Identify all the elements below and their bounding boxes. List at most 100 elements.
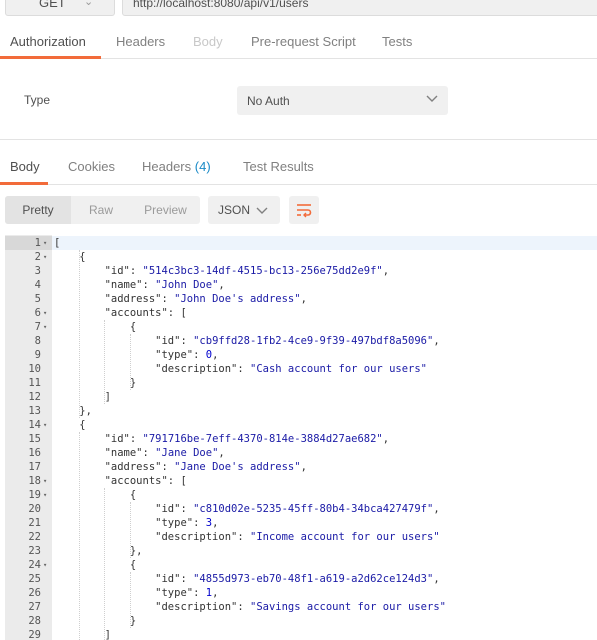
preview-button[interactable]: Preview xyxy=(131,196,200,224)
code-line: 22 "description": "Income account for ou… xyxy=(5,530,597,544)
fold-arrow-icon[interactable]: ▾ xyxy=(43,320,51,334)
indent-guide xyxy=(129,334,131,390)
indent-guide xyxy=(104,488,106,640)
line-number: 8 xyxy=(34,335,41,347)
fold-arrow-icon[interactable]: ▾ xyxy=(43,558,51,572)
indent-guide xyxy=(79,250,81,418)
response-tabs: Body Cookies Headers (4) Test Results xyxy=(0,153,597,185)
tab-response-body[interactable]: Body xyxy=(10,153,40,183)
code-text: } xyxy=(54,615,137,627)
line-number: 12 xyxy=(28,391,41,403)
code-line: 12 ] xyxy=(5,390,597,404)
code-line: 6 ▾ "accounts": [ xyxy=(5,306,597,320)
auth-type-value: No Auth xyxy=(247,94,290,108)
code-text: ] xyxy=(54,629,111,640)
code-line: 14 ▾ { xyxy=(5,418,597,432)
code-text: { xyxy=(54,489,137,501)
code-text: { xyxy=(54,321,137,333)
line-number: 10 xyxy=(28,363,41,375)
code-line: 7 ▾ { xyxy=(5,320,597,334)
code-line: 24 ▾ { xyxy=(5,558,597,572)
tab-response-headers-label: Headers xyxy=(142,159,192,174)
tab-test-results[interactable]: Test Results xyxy=(243,153,314,183)
tab-cookies[interactable]: Cookies xyxy=(68,153,115,183)
code-line: 8 "id": "cb9ffd28-1fb2-4ce9-9f39-497bdf8… xyxy=(5,334,597,348)
code-line: 19 ▾ { xyxy=(5,488,597,502)
line-number: 13 xyxy=(28,405,41,417)
code-line: 4 "name": "John Doe", xyxy=(5,278,597,292)
code-text: "description": "Income account for our u… xyxy=(155,531,440,543)
format-value: JSON xyxy=(218,203,251,217)
code-line: 25 "id": "4855d973-eb70-48f1-a619-a2d62c… xyxy=(5,572,597,586)
code-text: "id": "cb9ffd28-1fb2-4ce9-9f39-497bdf8a5… xyxy=(155,335,440,347)
type-label: Type xyxy=(24,93,51,107)
headers-count-badge: (4) xyxy=(194,159,211,174)
code-line: 21 "type": 3, xyxy=(5,516,597,530)
line-number: 21 xyxy=(28,517,41,529)
response-body-editor[interactable]: 1 ▾[2 ▾ {3 "id": "514c3bc3-14df-4515-bc13-… xyxy=(5,235,597,640)
format-select[interactable]: JSON xyxy=(208,196,280,224)
fold-arrow-icon[interactable]: ▾ xyxy=(43,236,51,250)
url-input[interactable]: http://localhost:8080/api/v1/users xyxy=(122,0,597,16)
indent-guide xyxy=(79,432,81,640)
indent-guide xyxy=(129,572,131,628)
active-tab-indicator xyxy=(0,182,48,185)
method-select[interactable]: GET ⌄ xyxy=(5,0,115,16)
line-number: 20 xyxy=(28,503,41,515)
view-toolbar: Pretty Raw Preview JSON xyxy=(0,196,597,224)
indent-guide xyxy=(104,320,106,404)
code-text: "id": "4855d973-eb70-48f1-a619-a2d62ce12… xyxy=(155,573,440,585)
tab-pre-request-script[interactable]: Pre-request Script xyxy=(251,29,356,59)
chevron-down-icon xyxy=(256,207,268,214)
line-number: 16 xyxy=(28,447,41,459)
active-tab-indicator xyxy=(0,56,101,59)
code-text: "description": "Savings account for our … xyxy=(155,601,446,613)
tab-response-headers[interactable]: Headers (4) xyxy=(142,153,211,183)
view-mode-group: Pretty Raw Preview xyxy=(5,196,200,224)
code-line: 29 ] xyxy=(5,628,597,640)
wrap-lines-icon xyxy=(297,204,312,218)
request-tabs: Authorization Headers Body Pre-request S… xyxy=(0,29,597,59)
wrap-lines-button[interactable] xyxy=(289,196,319,224)
code-line: 5 "address": "John Doe's address", xyxy=(5,292,597,306)
line-number: 27 xyxy=(28,601,41,613)
code-text: "description": "Cash account for our use… xyxy=(155,363,428,375)
auth-type-select[interactable]: No Auth xyxy=(237,86,448,115)
line-number: 22 xyxy=(28,531,41,543)
tab-tests[interactable]: Tests xyxy=(382,29,412,59)
code-text: "id": "514c3bc3-14df-4515-bc13-256e75dd2… xyxy=(104,265,390,277)
tab-headers[interactable]: Headers xyxy=(116,29,165,59)
line-number: 15 xyxy=(28,433,41,445)
fold-arrow-icon[interactable]: ▾ xyxy=(43,488,51,502)
chevron-down-icon xyxy=(426,95,438,102)
line-number: 23 xyxy=(28,545,41,557)
code-text: [ xyxy=(54,237,61,249)
fold-arrow-icon[interactable]: ▾ xyxy=(43,418,51,432)
tab-authorization[interactable]: Authorization xyxy=(10,29,86,59)
indent-guide xyxy=(129,502,131,558)
code-line: 23 }, xyxy=(5,544,597,558)
chevron-down-icon: ⌄ xyxy=(84,0,94,8)
tab-body[interactable]: Body xyxy=(193,29,223,59)
code-line: 18 ▾ "accounts": [ xyxy=(5,474,597,488)
code-line: 17 "address": "Jane Doe's address", xyxy=(5,460,597,474)
line-number: 25 xyxy=(28,573,41,585)
code-line: 26 "type": 1, xyxy=(5,586,597,600)
fold-arrow-icon[interactable]: ▾ xyxy=(43,250,51,264)
code-text: }, xyxy=(54,405,92,417)
code-text: "accounts": [ xyxy=(104,307,187,319)
raw-button[interactable]: Raw xyxy=(71,196,131,224)
code-text: "accounts": [ xyxy=(104,475,187,487)
code-text: } xyxy=(54,377,137,389)
code-text: { xyxy=(54,419,86,431)
fold-arrow-icon[interactable]: ▾ xyxy=(43,474,51,488)
code-line: 3 "id": "514c3bc3-14df-4515-bc13-256e75d… xyxy=(5,264,597,278)
code-line: 13 }, xyxy=(5,404,597,418)
pretty-button[interactable]: Pretty xyxy=(5,196,71,224)
fold-arrow-icon[interactable]: ▾ xyxy=(43,306,51,320)
line-number: 28 xyxy=(28,615,41,627)
url-text: http://localhost:8080/api/v1/users xyxy=(133,0,309,10)
line-number: 11 xyxy=(28,377,41,389)
method-label: GET xyxy=(39,0,66,10)
line-number: 4 xyxy=(34,279,41,291)
